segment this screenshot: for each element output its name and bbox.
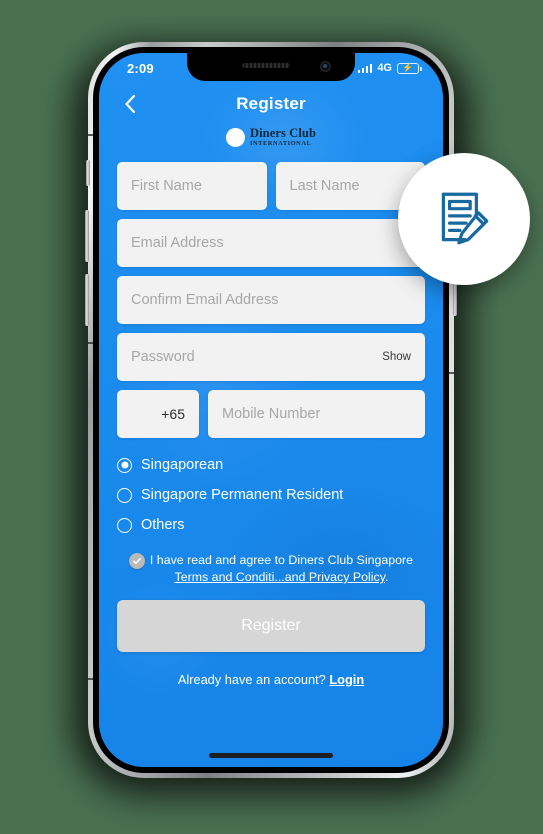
brand-name: Diners Club	[249, 126, 317, 141]
mobile-number-field[interactable]: Mobile Number	[208, 390, 425, 438]
terms-text: I have read and agree to Diners Club Sin…	[150, 552, 413, 586]
check-icon	[132, 558, 141, 565]
password-row: Password Show	[117, 333, 425, 381]
terms-checkbox[interactable]	[128, 553, 145, 569]
radio-unselected-icon	[117, 487, 132, 503]
login-prompt-text: Already have an account?	[177, 672, 326, 687]
status-indicators: 4G ⚡	[357, 62, 422, 74]
confirm-email-placeholder: Confirm Email Address	[131, 292, 279, 308]
mobile-row: +65 Mobile Number	[117, 390, 425, 438]
terms-and-privacy-link[interactable]: Terms and Conditi...and Privacy Policy	[175, 570, 386, 584]
password-placeholder: Password	[131, 349, 195, 365]
residency-radio-group: Singaporean Singapore Permanent Resident…	[117, 450, 425, 540]
battery-charging-icon: ⚡	[397, 62, 422, 74]
feature-badge	[398, 153, 530, 285]
back-button[interactable]	[117, 91, 143, 117]
network-type-label: 4G	[377, 62, 392, 74]
diners-club-logo: Diners Club INTERNATIONAL	[117, 126, 425, 148]
signal-bars-icon	[357, 63, 373, 73]
home-indicator[interactable]	[209, 753, 333, 758]
confirm-email-row: Confirm Email Address	[117, 276, 425, 324]
register-button-label: Register	[241, 617, 301, 634]
login-prompt-row: Already have an account? Login	[117, 672, 425, 687]
country-code-value: +65	[161, 406, 185, 422]
radio-unselected-icon	[117, 517, 132, 533]
radio-label: Singapore Permanent Resident	[141, 487, 344, 503]
volume-down-button[interactable]	[85, 274, 89, 326]
email-row: Email Address	[117, 219, 425, 267]
last-name-placeholder: Last Name	[289, 178, 360, 194]
password-field[interactable]: Password Show	[117, 333, 425, 381]
radio-selected-icon	[117, 457, 132, 473]
confirm-email-field[interactable]: Confirm Email Address	[117, 276, 425, 324]
email-field[interactable]: Email Address	[117, 219, 425, 267]
first-name-field[interactable]: First Name	[117, 162, 267, 210]
name-row: First Name Last Name	[117, 162, 425, 210]
diners-club-wordmark: Diners Club INTERNATIONAL	[250, 127, 316, 147]
status-bar: 2:09 4G ⚡	[99, 53, 443, 83]
radio-label: Others	[141, 517, 185, 533]
terms-line-1: I have read and agree to Diners Club Sin…	[149, 553, 414, 567]
radio-option-others[interactable]: Others	[117, 510, 425, 540]
register-screen: Register Diners Club INTERNATIONAL First…	[99, 53, 443, 767]
form-with-pencil-icon	[441, 192, 489, 245]
navigation-bar: Register	[117, 83, 425, 125]
radio-label: Singaporean	[141, 457, 224, 473]
registration-form: First Name Last Name Email Address Confi…	[117, 162, 425, 687]
mobile-number-placeholder: Mobile Number	[222, 406, 321, 422]
first-name-placeholder: First Name	[131, 178, 202, 194]
phone-mockup: 2:09 4G ⚡ Register Diners Club INTERNATI…	[72, 42, 470, 786]
email-placeholder: Email Address	[131, 235, 224, 251]
terms-period: .	[385, 570, 389, 584]
page-title: Register	[236, 94, 306, 113]
show-password-toggle[interactable]: Show	[374, 351, 411, 363]
diners-club-split-circle-icon	[225, 127, 245, 147]
phone-screen: 2:09 4G ⚡ Register Diners Club INTERNATI…	[99, 53, 443, 767]
terms-agreement: I have read and agree to Diners Club Sin…	[117, 552, 425, 586]
antenna-line	[449, 372, 455, 374]
login-link[interactable]: Login	[329, 672, 364, 687]
register-button[interactable]: Register	[117, 600, 425, 652]
chevron-left-icon	[125, 94, 136, 114]
brand-subtitle: INTERNATIONAL	[249, 139, 312, 147]
radio-option-permanent-resident[interactable]: Singapore Permanent Resident	[117, 480, 425, 510]
mute-switch-button[interactable]	[86, 160, 90, 186]
country-code-field[interactable]: +65	[117, 390, 199, 438]
volume-up-button[interactable]	[85, 210, 89, 262]
radio-option-singaporean[interactable]: Singaporean	[117, 450, 425, 480]
status-time: 2:09	[127, 60, 154, 76]
